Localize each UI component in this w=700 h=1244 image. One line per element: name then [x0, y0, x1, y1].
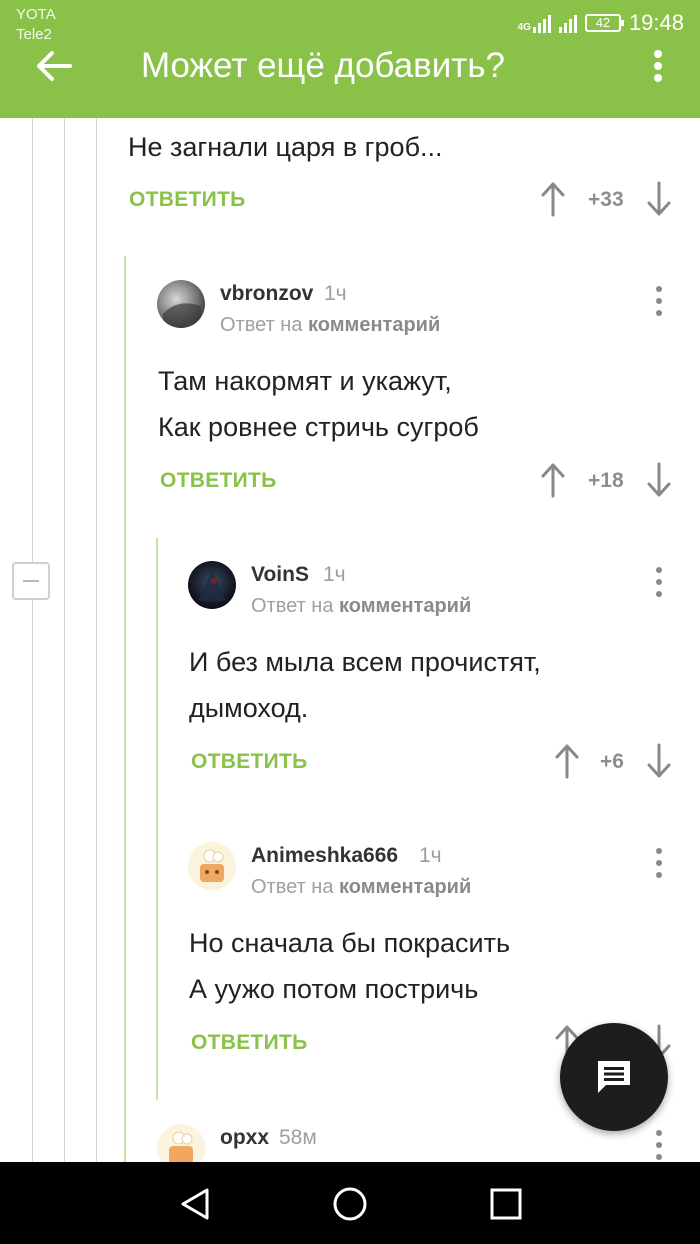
comment-time: 1ч	[419, 844, 442, 867]
arrow-down-icon[interactable]	[646, 181, 672, 217]
arrow-up-icon[interactable]	[554, 743, 580, 779]
reply-target-link[interactable]: комментарий	[308, 314, 440, 336]
page-title: Может ещё добавить?	[141, 46, 506, 85]
status-time: 19:48	[628, 10, 684, 35]
comment-text-line: И без мыла всем прочистят,	[189, 647, 541, 677]
reply-prefix: Ответ на	[251, 876, 334, 898]
comment-text-line: дымоход.	[189, 693, 309, 723]
reply-button[interactable]: ОТВЕТИТЬ	[160, 468, 277, 494]
username[interactable]: VoinS	[251, 562, 309, 588]
thread-line	[32, 118, 33, 562]
thread-line	[96, 118, 97, 1162]
username[interactable]: Animeshka666	[251, 843, 398, 869]
reply-button[interactable]: ОТВЕТИТЬ	[129, 187, 246, 213]
write-comment-button[interactable]	[560, 1023, 668, 1131]
comment-text: Не загнали царя в гроб...	[128, 132, 443, 162]
signal-icon	[558, 13, 577, 33]
battery-level: 42	[595, 15, 611, 30]
triangle-back-icon	[181, 1188, 209, 1220]
more-vertical-icon[interactable]	[649, 284, 669, 318]
overflow-menu-button[interactable]	[644, 46, 672, 86]
arrow-down-icon[interactable]	[646, 743, 672, 779]
comment-time: 1ч	[323, 563, 346, 586]
screen: YOTA Tele2 4G 42 19:48 Может ещё добавит…	[0, 0, 700, 1244]
comment-text-line: Но сначала бы покрасить	[189, 928, 511, 958]
more-vertical-icon[interactable]	[649, 1128, 669, 1162]
back-button[interactable]	[34, 46, 74, 86]
arrow-down-icon[interactable]	[646, 462, 672, 498]
nav-back-button[interactable]	[175, 1184, 215, 1224]
username[interactable]: vbronzov	[220, 281, 313, 307]
comment-text-line: Там накормят и укажут,	[158, 366, 452, 396]
reply-prefix: Ответ на	[220, 314, 303, 336]
arrow-up-icon[interactable]	[540, 462, 566, 498]
circle-home-icon	[333, 1187, 367, 1221]
more-vertical-icon	[654, 50, 662, 82]
comment-score: +18	[588, 469, 624, 492]
nav-home-button[interactable]	[330, 1184, 370, 1224]
comment-score: +33	[588, 188, 624, 211]
carrier-2: Tele2	[16, 26, 52, 43]
more-vertical-icon[interactable]	[649, 565, 669, 599]
reply-button[interactable]: ОТВЕТИТЬ	[191, 749, 308, 775]
comment-time: 1ч	[324, 282, 347, 305]
username[interactable]: opxx	[220, 1125, 269, 1151]
thread-line	[32, 600, 33, 1162]
collapse-thread-button[interactable]	[12, 562, 50, 600]
reply-target-link[interactable]: комментарий	[339, 876, 471, 898]
nav-recent-button[interactable]	[486, 1184, 526, 1224]
avatar[interactable]	[188, 561, 236, 609]
comment-time: 58м	[279, 1126, 317, 1149]
system-nav-bar	[0, 1162, 700, 1244]
comment-text-line: А ууж​о потом постричь	[189, 974, 479, 1004]
avatar[interactable]	[188, 842, 236, 890]
network-type: 4G	[517, 22, 531, 33]
reply-to: Ответ на комментарий	[251, 593, 471, 619]
reply-button[interactable]: ОТВЕТИТЬ	[191, 1030, 308, 1056]
status-bar-indicators: 4G 42 19:48	[518, 8, 684, 38]
reply-to: Ответ на комментарий	[251, 874, 471, 900]
comment-score: +6	[600, 750, 624, 773]
comment-text-line: Как ровнее стричь сугроб	[158, 412, 479, 442]
comment-icon	[598, 1061, 630, 1093]
reply-to: Ответ на комментарий	[220, 312, 440, 338]
more-vertical-icon[interactable]	[649, 846, 669, 880]
arrow-up-icon[interactable]	[540, 181, 566, 217]
signal-4g-icon: 4G	[518, 13, 551, 33]
square-recent-icon	[490, 1188, 522, 1220]
arrow-left-icon	[37, 51, 72, 81]
battery-icon: 42	[584, 14, 624, 32]
reply-prefix: Ответ на	[251, 595, 334, 617]
thread-line-active	[124, 256, 126, 1162]
avatar[interactable]	[157, 280, 205, 328]
thread-line-active	[156, 538, 158, 1100]
reply-target-link[interactable]: комментарий	[339, 595, 471, 617]
thread-line	[64, 118, 65, 1162]
status-bar-carriers: YOTA Tele2	[16, 5, 56, 45]
app-bar: YOTA Tele2 4G 42 19:48 Может ещё добавит…	[0, 0, 700, 118]
carrier-1: YOTA	[16, 6, 56, 23]
